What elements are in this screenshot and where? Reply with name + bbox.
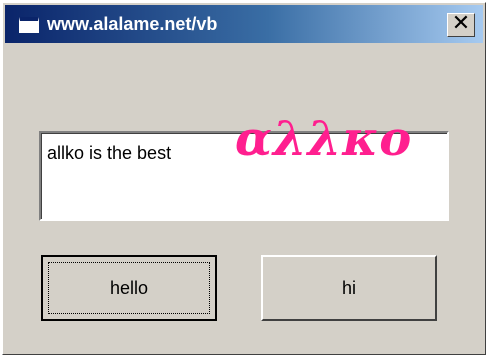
text-input-value: allko is the best bbox=[47, 143, 172, 163]
window-icon bbox=[19, 17, 39, 33]
hello-button[interactable]: hello bbox=[41, 255, 217, 321]
hi-button[interactable]: hi bbox=[261, 255, 437, 321]
close-button[interactable]: ✕ bbox=[447, 13, 475, 37]
logo-text: αλλκο bbox=[235, 111, 413, 167]
close-icon: ✕ bbox=[451, 11, 471, 36]
window-title: www.alalame.net/vb bbox=[47, 14, 218, 34]
focus-rect bbox=[48, 262, 210, 314]
title-bar[interactable]: www.alalame.net/vb ✕ bbox=[5, 5, 483, 43]
app-window: www.alalame.net/vb ✕ allko is the best α… bbox=[2, 2, 486, 355]
hi-button-label: hi bbox=[341, 277, 356, 298]
